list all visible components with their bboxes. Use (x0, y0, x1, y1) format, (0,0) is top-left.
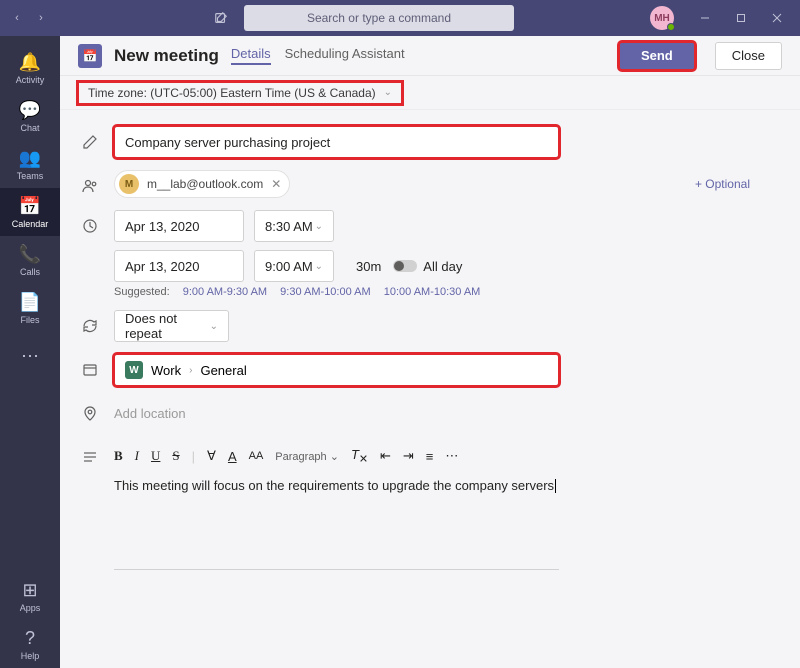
start-date-input[interactable]: Apr 13, 2020 (114, 210, 244, 242)
app-rail: 🔔Activity 💬Chat 👥Teams 📅Calendar 📞Calls … (0, 36, 60, 668)
indent-right-button[interactable]: ⇥ (403, 448, 414, 464)
description-text: This meeting will focus on the requireme… (114, 478, 554, 493)
rail-apps[interactable]: ⊞Apps (0, 572, 60, 620)
maximize-button[interactable] (726, 3, 756, 33)
rail-label: Help (21, 651, 40, 661)
recurrence-dropdown[interactable]: Does not repeat⌄ (114, 310, 229, 342)
font-size-button[interactable]: AA (249, 450, 264, 462)
clock-icon (80, 216, 100, 236)
people-icon (80, 176, 100, 196)
calendar-icon: 📅 (78, 44, 102, 68)
repeat-icon (80, 316, 100, 336)
text-caret (555, 479, 556, 493)
channel-icon (80, 360, 100, 380)
avatar[interactable]: MH (650, 6, 674, 30)
bold-button[interactable]: B (114, 448, 123, 464)
strike-button[interactable]: S (172, 448, 179, 464)
clear-format-button[interactable]: T✕ (351, 447, 368, 466)
rail-label: Calls (20, 267, 40, 277)
description-icon (80, 447, 100, 467)
format-toolbar: B I U S | ∀ A AA Paragraph ⌄ T✕ ⇤ ⇥ ≡ ⋯ (114, 441, 780, 472)
timezone-label: Time zone: (UTC-05:00) Eastern Time (US … (88, 86, 376, 100)
description-textarea[interactable]: This meeting will focus on the requireme… (114, 472, 559, 499)
send-button[interactable]: Send (619, 42, 695, 70)
chevron-right-icon: › (189, 365, 192, 376)
rail-calendar[interactable]: 📅Calendar (0, 188, 60, 236)
suggested-slot[interactable]: 9:30 AM-10:00 AM (280, 286, 371, 298)
rail-label: Calendar (12, 219, 49, 229)
remove-attendee-icon[interactable]: ✕ (271, 177, 281, 191)
time-value: 9:00 AM (265, 259, 313, 274)
location-icon (80, 404, 100, 424)
rail-label: Chat (20, 123, 39, 133)
time-value: 8:30 AM (265, 219, 313, 234)
paragraph-dropdown[interactable]: Paragraph ⌄ (275, 450, 339, 463)
end-date-input[interactable]: Apr 13, 2020 (114, 250, 244, 282)
chevron-down-icon: ⌄ (384, 87, 392, 98)
search-input[interactable]: Search or type a command (244, 5, 514, 31)
more-format-button[interactable]: ⋯ (445, 448, 458, 464)
underline-button[interactable]: U (151, 448, 160, 464)
chevron-down-icon: ⌄ (210, 321, 218, 332)
highlight-button[interactable]: ∀ (207, 448, 216, 464)
minimize-button[interactable] (690, 3, 720, 33)
back-arrow[interactable]: ‹ (8, 9, 26, 27)
rail-help[interactable]: ?Help (0, 620, 60, 668)
presence-indicator (667, 23, 675, 31)
page-title: New meeting (114, 46, 219, 66)
rail-label: Activity (16, 75, 45, 85)
rail-label: Apps (20, 603, 41, 613)
rail-label: Teams (17, 171, 44, 181)
channel-picker[interactable]: W Work › General (114, 354, 559, 386)
suggested-label: Suggested: (114, 286, 170, 298)
chevron-down-icon: ⌄ (315, 221, 323, 232)
avatar-initials: MH (654, 13, 670, 24)
close-button[interactable]: Close (715, 42, 782, 70)
end-time-input[interactable]: 9:00 AM⌄ (254, 250, 334, 282)
duration-label: 30m (356, 259, 381, 274)
suggested-slot[interactable]: 9:00 AM-9:30 AM (183, 286, 267, 298)
title-input[interactable]: Company server purchasing project (114, 126, 559, 158)
attendee-pill[interactable]: M m__lab@outlook.com ✕ (114, 170, 290, 198)
channel-group: Work (151, 363, 181, 378)
edit-icon (80, 132, 100, 152)
rail-files[interactable]: 📄Files (0, 284, 60, 332)
rail-more[interactable]: ⋯ (0, 332, 60, 380)
font-color-button[interactable]: A (228, 449, 237, 464)
recurrence-value: Does not repeat (125, 311, 210, 341)
rail-teams[interactable]: 👥Teams (0, 140, 60, 188)
suggested-times: Suggested: 9:00 AM-9:30 AM 9:30 AM-10:00… (114, 282, 780, 298)
forward-arrow[interactable]: › (32, 9, 50, 27)
paragraph-label: Paragraph (275, 451, 326, 463)
rail-activity[interactable]: 🔔Activity (0, 44, 60, 92)
italic-button[interactable]: I (135, 448, 139, 464)
list-button[interactable]: ≡ (426, 449, 434, 464)
channel-name: General (200, 363, 246, 378)
location-input[interactable]: Add location (114, 398, 780, 429)
attendee-avatar: M (119, 174, 139, 194)
tab-details[interactable]: Details (231, 46, 271, 65)
divider (114, 569, 559, 570)
suggested-slot[interactable]: 10:00 AM-10:30 AM (384, 286, 481, 298)
attendee-email: m__lab@outlook.com (147, 177, 263, 191)
channel-chip: W (125, 361, 143, 379)
chevron-down-icon: ⌄ (315, 261, 323, 272)
rail-chat[interactable]: 💬Chat (0, 92, 60, 140)
allday-label: All day (423, 259, 462, 274)
new-message-icon[interactable] (212, 9, 230, 27)
indent-left-button[interactable]: ⇤ (380, 448, 391, 464)
start-time-input[interactable]: 8:30 AM⌄ (254, 210, 334, 242)
divider: | (192, 449, 195, 464)
add-optional-link[interactable]: + Optional (695, 177, 750, 191)
close-window-button[interactable] (762, 3, 792, 33)
timezone-dropdown[interactable]: Time zone: (UTC-05:00) Eastern Time (US … (78, 82, 402, 104)
rail-calls[interactable]: 📞Calls (0, 236, 60, 284)
rail-label: Files (20, 315, 39, 325)
tab-scheduling[interactable]: Scheduling Assistant (285, 46, 405, 65)
allday-toggle[interactable] (393, 260, 417, 272)
